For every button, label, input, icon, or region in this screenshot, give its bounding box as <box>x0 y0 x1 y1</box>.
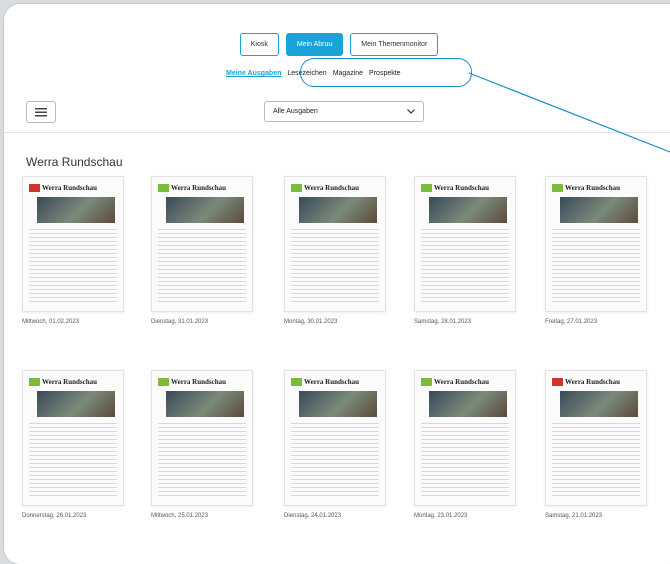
masthead: Werra Rundschau <box>421 183 509 192</box>
issue-date: Samstag, 28.01.2023 <box>414 319 472 325</box>
publisher-logo-icon <box>29 183 40 192</box>
tab-themenmonitor[interactable]: Mein Themenmonitor <box>350 33 439 56</box>
issue-date: Montag, 23.01.2023 <box>414 513 468 519</box>
issue-card[interactable]: Werra Rundschau Samstag, 21.01.2023 <box>545 370 647 519</box>
article-text <box>291 423 379 499</box>
top-tabs: Kiosk Mein Abruu Mein Themenmonitor <box>4 33 670 56</box>
issue-card[interactable]: Werra Rundschau Dienstag, 31.01.2023 <box>151 176 253 325</box>
newspaper-thumbnail[interactable]: Werra Rundschau <box>545 370 647 506</box>
newspaper-thumbnail[interactable]: Werra Rundschau <box>151 176 253 312</box>
masthead-title: Werra Rundschau <box>304 183 360 192</box>
masthead-title: Werra Rundschau <box>171 183 227 192</box>
divider <box>4 132 670 133</box>
masthead-title: Werra Rundschau <box>171 377 227 386</box>
masthead: Werra Rundschau <box>421 377 509 386</box>
masthead: Werra Rundschau <box>29 377 117 386</box>
cover-photo <box>37 197 115 223</box>
article-text <box>552 423 640 499</box>
newspaper-thumbnail[interactable]: Werra Rundschau <box>22 176 124 312</box>
publisher-logo-icon <box>29 377 40 386</box>
highlight-oval <box>300 58 472 87</box>
masthead: Werra Rundschau <box>552 377 640 386</box>
cover-photo <box>429 197 507 223</box>
newspaper-thumbnail[interactable]: Werra Rundschau <box>284 176 386 312</box>
article-text <box>421 423 509 499</box>
newspaper-thumbnail[interactable]: Werra Rundschau <box>414 176 516 312</box>
publisher-logo-icon <box>552 377 563 386</box>
issue-card[interactable]: Werra Rundschau Mittwoch, 25.01.2023 <box>151 370 253 519</box>
masthead: Werra Rundschau <box>29 183 117 192</box>
cover-photo <box>166 197 244 223</box>
publisher-logo-icon <box>421 183 432 192</box>
cover-photo <box>560 197 638 223</box>
tab-mein-abruu[interactable]: Mein Abruu <box>285 33 344 56</box>
section-title: Werra Rundschau <box>26 155 123 169</box>
masthead-title: Werra Rundschau <box>434 377 490 386</box>
article-text <box>552 229 640 305</box>
issue-card[interactable]: Werra Rundschau Dienstag, 24.01.2023 <box>284 370 386 519</box>
masthead: Werra Rundschau <box>291 377 379 386</box>
article-text <box>158 229 246 305</box>
issue-date: Mittwoch, 01.02.2023 <box>22 319 80 325</box>
masthead-title: Werra Rundschau <box>565 377 621 386</box>
newspaper-thumbnail[interactable]: Werra Rundschau <box>151 370 253 506</box>
publisher-logo-icon <box>552 183 563 192</box>
chevron-down-icon <box>407 109 415 114</box>
masthead-title: Werra Rundschau <box>304 377 360 386</box>
edition-filter-select[interactable]: Alle Ausgaben <box>264 101 424 122</box>
issue-date: Montag, 30.01.2023 <box>284 319 338 325</box>
cover-photo <box>299 197 377 223</box>
article-text <box>29 229 117 305</box>
issue-card[interactable]: Werra Rundschau Freitag, 27.01.2023 <box>545 176 647 325</box>
grid-view-button[interactable] <box>26 101 56 123</box>
masthead-title: Werra Rundschau <box>42 183 98 192</box>
issue-card[interactable]: Werra Rundschau Montag, 23.01.2023 <box>414 370 516 519</box>
issue-card[interactable]: Werra Rundschau Samstag, 28.01.2023 <box>414 176 516 325</box>
newspaper-thumbnail[interactable]: Werra Rundschau <box>284 370 386 506</box>
article-text <box>29 423 117 499</box>
cover-photo <box>166 391 244 417</box>
masthead: Werra Rundschau <box>158 377 246 386</box>
publisher-logo-icon <box>158 377 169 386</box>
masthead: Werra Rundschau <box>291 183 379 192</box>
masthead-title: Werra Rundschau <box>565 183 621 192</box>
issue-card[interactable]: Werra Rundschau Montag, 30.01.2023 <box>284 176 386 325</box>
publisher-logo-icon <box>421 377 432 386</box>
publisher-logo-icon <box>291 183 302 192</box>
issue-card[interactable]: Werra Rundschau Mittwoch, 01.02.2023 <box>22 176 124 325</box>
filter-value: Alle Ausgaben <box>273 108 318 115</box>
issue-date: Dienstag, 31.01.2023 <box>151 319 209 325</box>
publisher-logo-icon <box>291 377 302 386</box>
newspaper-thumbnail[interactable]: Werra Rundschau <box>22 370 124 506</box>
cover-photo <box>299 391 377 417</box>
issue-date: Dienstag, 24.01.2023 <box>284 513 342 519</box>
issue-date: Mittwoch, 25.01.2023 <box>151 513 209 519</box>
article-text <box>291 229 379 305</box>
masthead: Werra Rundschau <box>552 183 640 192</box>
cover-photo <box>560 391 638 417</box>
masthead: Werra Rundschau <box>158 183 246 192</box>
article-text <box>158 423 246 499</box>
masthead-title: Werra Rundschau <box>434 183 490 192</box>
masthead-title: Werra Rundschau <box>42 377 98 386</box>
publisher-logo-icon <box>158 183 169 192</box>
issue-date: Freitag, 27.01.2023 <box>545 319 598 325</box>
cover-photo <box>37 391 115 417</box>
newspaper-thumbnail[interactable]: Werra Rundschau <box>545 176 647 312</box>
cover-photo <box>429 391 507 417</box>
article-text <box>421 229 509 305</box>
newspaper-thumbnail[interactable]: Werra Rundschau <box>414 370 516 506</box>
tab-kiosk[interactable]: Kiosk <box>239 33 279 56</box>
issue-card[interactable]: Werra Rundschau Donnerstag, 26.01.2023 <box>22 370 124 519</box>
issue-date: Donnerstag, 26.01.2023 <box>22 513 87 519</box>
issue-date: Samstag, 21.01.2023 <box>545 513 603 519</box>
subnav-meine-ausgaben[interactable]: Meine Ausgaben <box>226 70 281 77</box>
grid-icon <box>35 107 47 116</box>
app-frame: Kiosk Mein Abruu Mein Themenmonitor Mein… <box>4 4 670 564</box>
